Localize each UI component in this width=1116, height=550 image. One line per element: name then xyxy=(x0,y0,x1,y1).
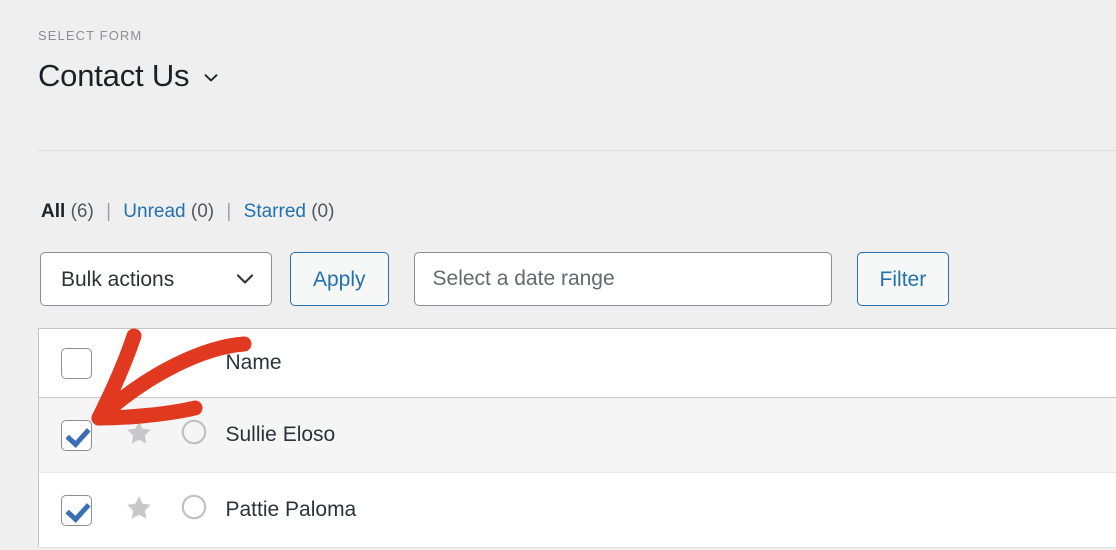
status-filter-links: All (6) | Unread (0) | Starred (0) xyxy=(41,198,334,226)
status-link-starred-count: (0) xyxy=(311,201,335,222)
read-header-cell xyxy=(162,328,226,398)
name-column-header[interactable]: Name xyxy=(225,328,1116,398)
form-name: Contact Us xyxy=(38,58,190,93)
row-read-cell xyxy=(162,397,226,473)
status-link-all[interactable]: All (6) xyxy=(41,201,99,222)
chevron-down-icon xyxy=(235,272,255,286)
apply-button[interactable]: Apply xyxy=(290,252,389,306)
row-select-cell xyxy=(38,397,115,473)
bulk-actions-value: Bulk actions xyxy=(61,267,175,291)
row-name[interactable]: Sullie Eloso xyxy=(225,397,1116,473)
row-star-cell xyxy=(114,397,163,473)
row-star-cell xyxy=(114,472,163,548)
bulk-actions-toolbar: Bulk actions Apply Filter xyxy=(40,252,950,306)
bulk-actions-select[interactable]: Bulk actions xyxy=(40,252,272,306)
row-name[interactable]: Pattie Paloma xyxy=(225,472,1116,548)
filter-button[interactable]: Filter xyxy=(856,252,950,306)
table-header: Name xyxy=(38,328,1116,398)
status-separator-1: | xyxy=(106,201,112,222)
status-link-starred[interactable]: Starred (0) xyxy=(244,201,335,222)
status-link-all-count: (6) xyxy=(70,201,94,222)
row-checkbox[interactable] xyxy=(61,419,93,451)
status-separator-2: | xyxy=(226,201,232,222)
status-link-unread[interactable]: Unread (0) xyxy=(123,201,219,222)
table-row[interactable]: Pattie Paloma xyxy=(38,472,1116,548)
status-link-starred-label: Starred xyxy=(243,201,306,222)
star-header-cell xyxy=(114,328,163,398)
table-body: Sullie Eloso Pattie Paloma xyxy=(38,397,1116,548)
row-checkbox[interactable] xyxy=(61,494,93,526)
star-icon[interactable] xyxy=(126,495,152,526)
select-all-checkbox[interactable] xyxy=(61,347,93,379)
date-range-input[interactable] xyxy=(413,252,832,306)
header-divider xyxy=(38,150,1116,151)
row-read-cell xyxy=(162,472,226,548)
star-icon[interactable] xyxy=(126,420,152,451)
select-all-header-cell xyxy=(38,328,115,398)
status-link-unread-label: Unread xyxy=(123,201,186,222)
unread-circle-icon[interactable] xyxy=(181,419,207,451)
entries-table: Name Sullie Eloso Pattie Paloma xyxy=(38,328,1116,548)
form-selector: SELECT FORM Contact Us xyxy=(38,28,1116,94)
table-header-row: Name xyxy=(38,328,1116,398)
table-row[interactable]: Sullie Eloso xyxy=(38,397,1116,473)
form-selector-dropdown[interactable]: Contact Us xyxy=(38,58,220,94)
unread-circle-icon[interactable] xyxy=(181,494,207,526)
status-link-all-label: All xyxy=(41,201,66,222)
select-form-label: SELECT FORM xyxy=(38,28,143,43)
status-link-unread-count: (0) xyxy=(190,201,215,222)
chevron-down-icon xyxy=(202,69,220,87)
row-select-cell xyxy=(38,472,115,548)
